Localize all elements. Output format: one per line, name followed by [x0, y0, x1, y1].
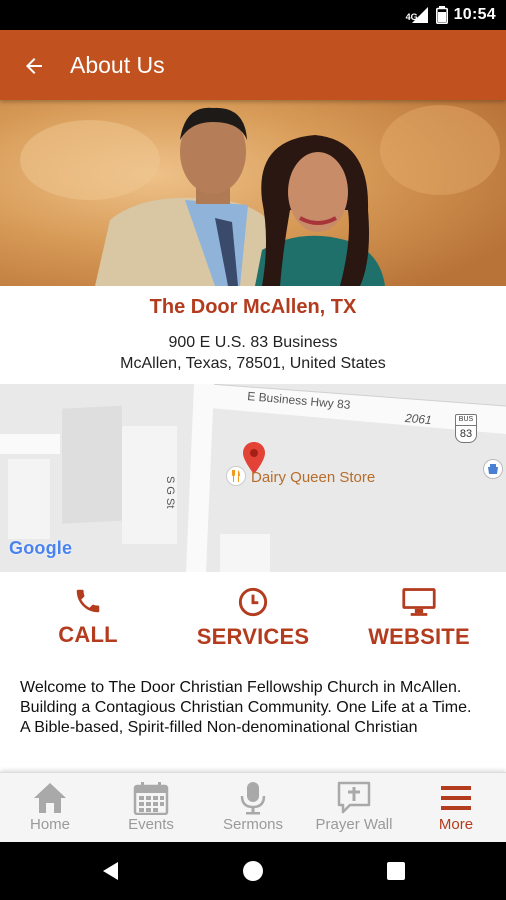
address-line-2: McAllen, Texas, 78501, United States — [120, 355, 386, 372]
app-bar: About Us — [0, 30, 506, 100]
website-label: WEBSITE — [368, 624, 470, 649]
map-view[interactable]: E Business Hwy 83 2061 S G St BUS 83 Dai… — [0, 384, 506, 572]
back-button[interactable] — [16, 48, 52, 84]
square-recents-icon — [387, 862, 405, 880]
prayer-icon — [337, 781, 371, 814]
nav-events-label: Events — [128, 816, 174, 833]
services-label: SERVICES — [196, 624, 310, 649]
poi-label: Dairy Queen Store — [251, 469, 376, 486]
description-line-3: A Bible-based, Spirit-filled Non-denomin… — [20, 719, 418, 736]
route-shield-top: BUS — [455, 414, 477, 425]
bottom-navigation: Home Events Sermons Prayer Wall More — [0, 772, 506, 842]
system-back-button[interactable] — [96, 856, 126, 886]
circle-home-icon — [243, 861, 263, 881]
address-line-1: 900 E U.S. 83 Business — [168, 334, 338, 351]
page-title: About Us — [70, 52, 165, 78]
nav-prayer-wall-label: Prayer Wall — [315, 816, 393, 833]
arrow-left-icon — [26, 58, 42, 74]
system-home-button[interactable] — [238, 856, 268, 886]
signal-icon: 4G — [406, 7, 430, 23]
church-name: The Door McAllen, TX — [149, 296, 357, 318]
church-description: Welcome to The Door Christian Fellowship… — [20, 678, 490, 772]
nav-prayer-wall[interactable]: Prayer Wall — [304, 781, 404, 833]
triangle-back-icon — [103, 862, 118, 880]
monitor-icon — [402, 588, 436, 616]
system-navigation-bar — [0, 842, 506, 900]
status-icons: 4G 10:54 — [406, 0, 496, 30]
home-icon — [34, 783, 66, 813]
action-row: CALL SERVICES WEBSITE — [0, 586, 506, 656]
status-bar: 4G 10:54 — [0, 0, 506, 30]
call-label: CALL — [58, 622, 118, 647]
nav-events[interactable]: Events — [101, 781, 201, 833]
google-logo: Google — [9, 538, 73, 558]
menu-icon — [441, 786, 471, 810]
clock-icon — [238, 587, 268, 617]
poi-marker[interactable] — [226, 466, 246, 486]
microphone-icon — [240, 782, 266, 815]
phone-icon — [76, 589, 100, 613]
call-button[interactable]: CALL — [8, 586, 168, 648]
status-time: 10:54 — [453, 6, 496, 23]
website-button[interactable]: WEBSITE — [339, 586, 499, 650]
route-shield: BUS 83 — [455, 414, 477, 444]
nav-sermons-label: Sermons — [222, 816, 284, 833]
church-photo — [0, 100, 506, 286]
battery-icon — [435, 6, 448, 24]
restaurant-icon — [232, 470, 240, 482]
map-poi-badge — [483, 459, 503, 479]
map-street-label: S G St — [164, 476, 176, 509]
nav-sermons[interactable]: Sermons — [203, 781, 303, 833]
description-line-2: Building a Contagious Christian Communit… — [20, 699, 472, 716]
nav-more[interactable]: More — [406, 781, 506, 833]
system-recents-button[interactable] — [381, 856, 411, 886]
route-shield-number: 83 — [455, 425, 477, 443]
calendar-icon — [133, 782, 169, 815]
nav-home-label: Home — [29, 816, 70, 833]
map-number-label: 2061 — [404, 410, 433, 428]
services-button[interactable]: SERVICES — [173, 586, 333, 650]
nav-more-label: More — [438, 816, 474, 833]
description-line-1: Welcome to The Door Christian Fellowship… — [20, 679, 462, 696]
pastors-photo-illustration — [0, 100, 506, 286]
nav-home[interactable]: Home — [0, 781, 100, 833]
shop-icon — [488, 464, 498, 474]
